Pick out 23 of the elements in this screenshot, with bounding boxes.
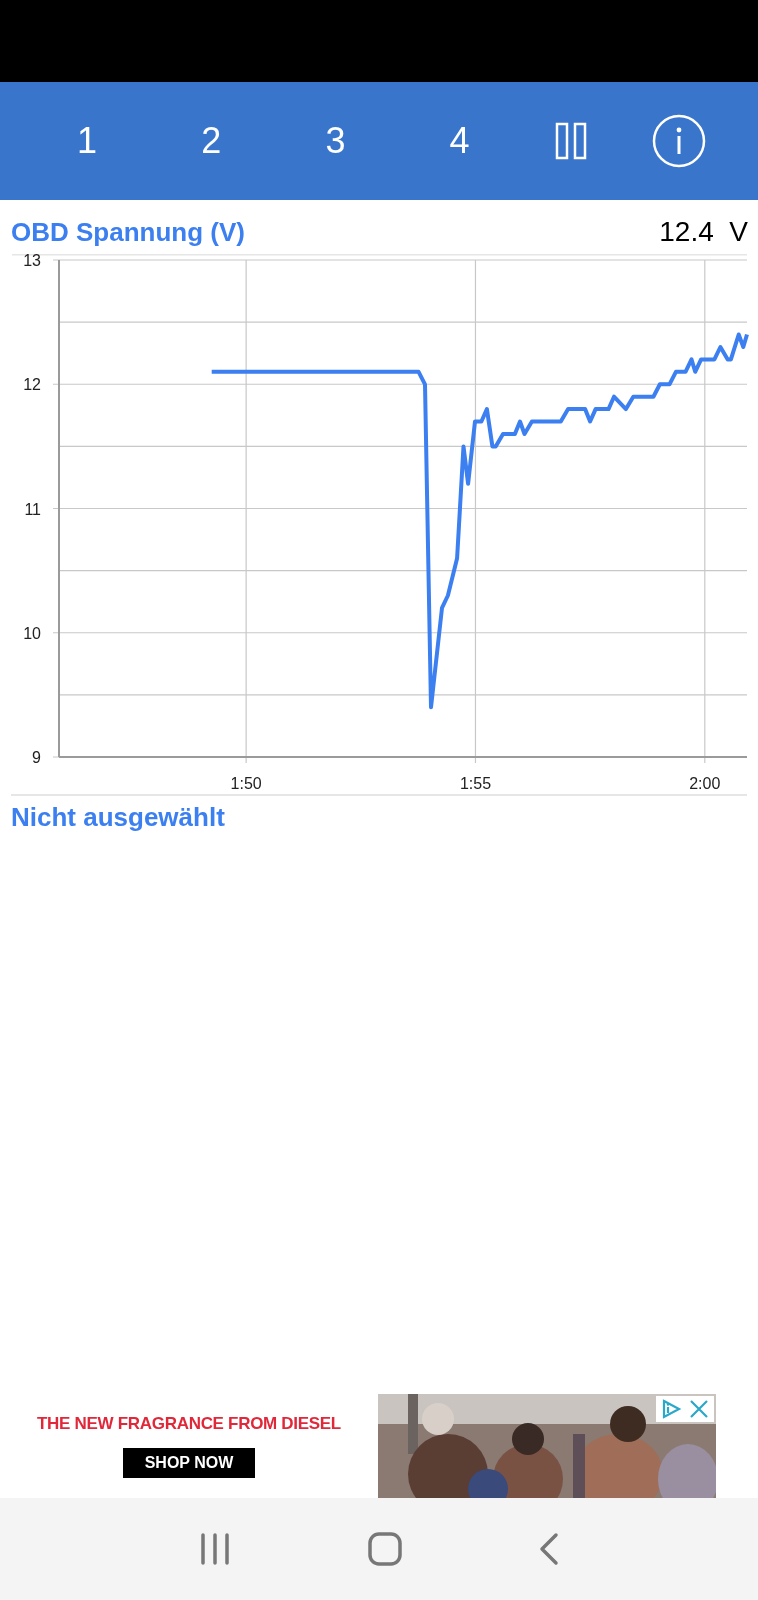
shop-button[interactable]: SHOP NOW	[122, 1448, 256, 1478]
chart-title: OBD Spannung (V)	[11, 217, 245, 248]
axis-label: 1:55	[459, 775, 492, 792]
back-icon[interactable]	[538, 1532, 561, 1566]
axis-label: 13	[23, 254, 41, 269]
pause-icon[interactable]	[553, 121, 588, 161]
ad-headline: THE NEW FRAGRANCE FROM DIESEL	[37, 1414, 341, 1434]
voltage-reading: 12.4 V	[659, 216, 748, 248]
tab[interactable]: 1	[57, 120, 118, 162]
tab[interactable]: 4	[429, 120, 490, 162]
axis-label: 1:50	[230, 775, 262, 792]
axis-label: 10	[23, 624, 41, 642]
chart-title: Nicht ausgewählt	[10, 801, 226, 834]
axis-label: 2:00	[689, 775, 721, 792]
ad-info-icon[interactable]	[660, 1398, 682, 1420]
close-icon[interactable]	[688, 1398, 710, 1420]
axis-label: 9	[32, 749, 41, 766]
tab[interactable]: 3	[305, 120, 366, 162]
home-icon[interactable]	[367, 1531, 403, 1567]
tab[interactable]: 2	[181, 120, 242, 162]
axis-label: 11	[24, 500, 41, 518]
info-icon[interactable]	[651, 114, 706, 168]
axis-label: 12	[23, 376, 41, 394]
